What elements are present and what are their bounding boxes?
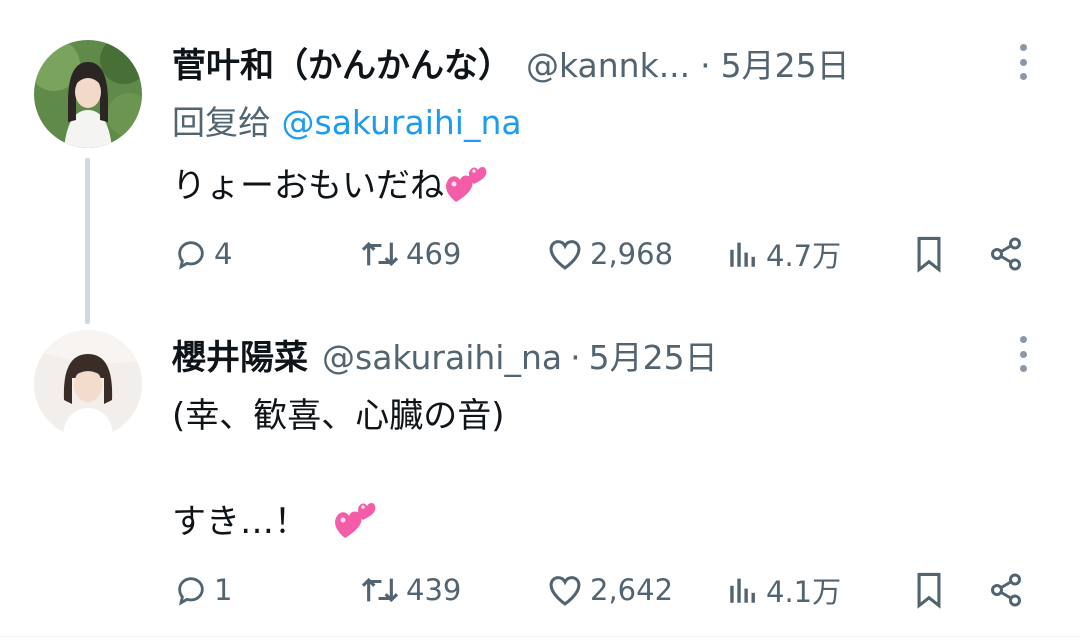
separator-dot: · xyxy=(700,46,711,85)
reply-count: 1 xyxy=(214,573,233,607)
bookmark-button[interactable] xyxy=(912,570,946,610)
share-button[interactable] xyxy=(988,234,1024,274)
reply-prefix: 回复给 xyxy=(172,103,271,142)
user-handle[interactable]: @kannk... xyxy=(526,46,690,85)
views-count: 4.7万 xyxy=(766,239,842,273)
tweet-date[interactable]: 5月25日 xyxy=(721,39,850,87)
share-button[interactable] xyxy=(988,570,1024,610)
display-name[interactable]: 菅叶和（かんかんな） xyxy=(172,38,512,87)
display-name[interactable]: 櫻井陽菜 xyxy=(172,330,308,379)
user-handle[interactable]: @sakuraihi_na xyxy=(322,338,562,377)
two-hearts-icon xyxy=(444,162,490,213)
views-chart-icon xyxy=(730,578,755,603)
action-bar: 4 469 2,968 4.7万 xyxy=(0,234,1080,274)
bookmark-icon xyxy=(917,572,941,609)
like-button[interactable]: 2,642 xyxy=(546,570,673,610)
tweet-text-line: すき…！ xyxy=(172,502,308,542)
reply-icon xyxy=(178,577,204,606)
bookmark-button[interactable] xyxy=(912,234,946,274)
avatar[interactable] xyxy=(34,40,142,148)
action-bar: 1 439 2,642 4.1万 xyxy=(0,570,1080,610)
tweet-date[interactable]: 5月25日 xyxy=(589,331,718,379)
reply-button[interactable]: 4 xyxy=(174,234,232,274)
retweet-button[interactable]: 469 xyxy=(360,234,461,274)
retweet-button[interactable]: 439 xyxy=(360,570,461,610)
retweet-count: 469 xyxy=(406,237,462,271)
views-button[interactable]: 4.1万 xyxy=(726,570,841,610)
heart-icon xyxy=(549,240,581,270)
more-options-icon[interactable] xyxy=(1016,336,1030,372)
tweet-text: りょーおもいだね xyxy=(172,158,490,213)
retweet-count: 439 xyxy=(406,573,462,607)
reply-icon xyxy=(178,241,204,270)
tweet-text-line: (幸、歓喜、心臓の音) xyxy=(172,396,505,436)
more-options-icon[interactable] xyxy=(1016,44,1030,80)
share-icon xyxy=(991,573,1021,607)
like-count: 2,968 xyxy=(590,237,674,271)
like-button[interactable]: 2,968 xyxy=(546,234,673,274)
tweet-text: すき…！ xyxy=(172,494,379,549)
retweet-icon xyxy=(361,241,399,267)
tweet-1[interactable]: 菅叶和（かんかんな） @kannk... · 5月25日 回复给 @sakura… xyxy=(0,0,1080,324)
views-button[interactable]: 4.7万 xyxy=(726,234,841,274)
tweet-2[interactable]: 櫻井陽菜 @sakuraihi_na · 5月25日 (幸、歓喜、心臓の音) す… xyxy=(0,320,1080,636)
tweet-header: 菅叶和（かんかんな） @kannk... · 5月25日 xyxy=(172,38,850,87)
reply-to-line: 回复给 @sakuraihi_na xyxy=(172,96,522,144)
share-icon xyxy=(991,237,1021,271)
tweet-header: 櫻井陽菜 @sakuraihi_na · 5月25日 xyxy=(172,330,718,379)
views-count: 4.1万 xyxy=(766,575,842,609)
bookmark-icon xyxy=(917,236,941,273)
separator-dot: · xyxy=(570,338,581,377)
retweet-icon xyxy=(361,577,399,603)
divider xyxy=(0,636,1080,637)
reply-button[interactable]: 1 xyxy=(174,570,232,610)
reply-count: 4 xyxy=(214,237,233,271)
heart-icon xyxy=(549,576,581,606)
avatar[interactable] xyxy=(34,330,142,438)
reply-mention-link[interactable]: @sakuraihi_na xyxy=(282,103,522,142)
like-count: 2,642 xyxy=(590,573,674,607)
two-hearts-icon xyxy=(333,498,379,549)
tweet-text-line: りょーおもいだね xyxy=(172,166,444,206)
views-chart-icon xyxy=(730,242,755,267)
